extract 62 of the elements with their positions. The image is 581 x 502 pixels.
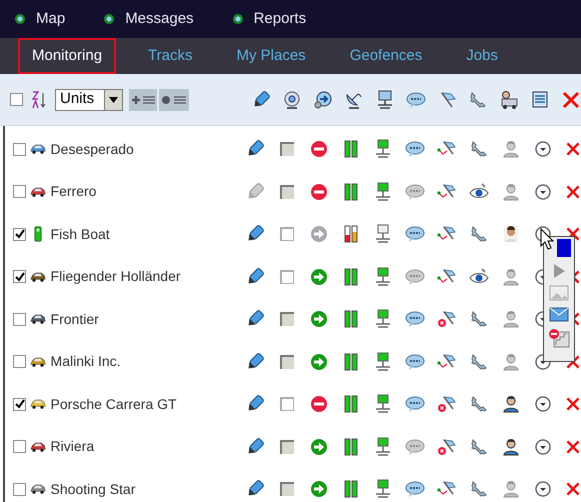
tab[interactable]: Jobs: [454, 38, 510, 74]
nav-link[interactable]: Map: [14, 8, 66, 30]
collapse-list-button[interactable]: [159, 88, 189, 110]
menu-highlight: [557, 239, 571, 257]
dot-list-icon: [161, 94, 187, 104]
person-icon[interactable]: [501, 394, 521, 414]
caret-icon: [108, 96, 118, 102]
list-icon[interactable]: [530, 90, 550, 110]
unit-name: Fish Boat: [50, 224, 111, 244]
dot-icon: [232, 13, 244, 25]
network-icon[interactable]: [373, 266, 393, 287]
dropdown-icon[interactable]: [533, 479, 553, 500]
speech-bubble-icon[interactable]: [406, 90, 426, 110]
dropdown-icon[interactable]: [533, 436, 553, 457]
checkbox[interactable]: [13, 228, 26, 241]
checkbox[interactable]: [13, 270, 26, 284]
unit-name: Desesperado: [50, 140, 135, 159]
speech-bubble-icon[interactable]: [405, 224, 425, 244]
dot-icon: [103, 13, 116, 25]
unit-name: Malinki Inc.: [50, 352, 122, 372]
delete-icon[interactable]: [565, 226, 581, 242]
unit-name: Fliegender Holländer: [50, 267, 182, 286]
expand-list-button[interactable]: [128, 88, 157, 110]
square-checkbox[interactable]: [280, 270, 294, 284]
dropdown-icon[interactable]: [533, 394, 553, 414]
webcam-icon[interactable]: [282, 90, 302, 110]
tab[interactable]: My Places: [224, 38, 318, 74]
monitor-icon[interactable]: [375, 90, 395, 110]
unit-name: Frontier: [50, 310, 100, 329]
group-select[interactable]: Units: [55, 88, 123, 110]
stop-icon[interactable]: [309, 394, 329, 414]
dropdown-icon[interactable]: [533, 182, 553, 202]
flag-icon[interactable]: [437, 394, 457, 414]
wrench-icon[interactable]: [469, 224, 489, 244]
checkbox[interactable]: [13, 398, 26, 411]
unit-name: Shooting Star: [50, 480, 136, 499]
cursor-icon: [540, 228, 554, 250]
wrench-icon[interactable]: [469, 394, 489, 414]
square-checkbox[interactable]: [280, 227, 294, 242]
network-icon[interactable]: [373, 394, 393, 414]
dropdown-icon[interactable]: [533, 139, 553, 160]
speech-bubble-icon[interactable]: [405, 266, 425, 287]
tab[interactable]: Geofences: [338, 38, 434, 74]
plus-list-icon: [130, 94, 155, 104]
unit-name: Ferrero: [50, 182, 98, 202]
person-photo-icon[interactable]: [501, 224, 521, 244]
dot-icon: [14, 13, 26, 25]
tab[interactable]: Tracks: [136, 38, 204, 74]
wrench-icon[interactable]: [468, 90, 488, 110]
arrow-gear-icon[interactable]: [313, 90, 333, 110]
chart-icon[interactable]: [548, 328, 570, 348]
nav-link[interactable]: Messages: [103, 8, 194, 30]
checkbox[interactable]: [10, 93, 23, 106]
square-checkbox[interactable]: [280, 397, 294, 412]
unit-name: Riviera: [50, 437, 96, 456]
network-icon[interactable]: [373, 224, 393, 244]
envelope-icon[interactable]: [549, 307, 569, 322]
speech-bubble-icon[interactable]: [405, 394, 425, 414]
nav-link[interactable]: Reports: [232, 8, 306, 30]
tab[interactable]: Monitoring: [18, 38, 116, 74]
unit-name: Porsche Carrera GT: [50, 394, 178, 414]
driver-truck-icon[interactable]: [499, 90, 519, 110]
